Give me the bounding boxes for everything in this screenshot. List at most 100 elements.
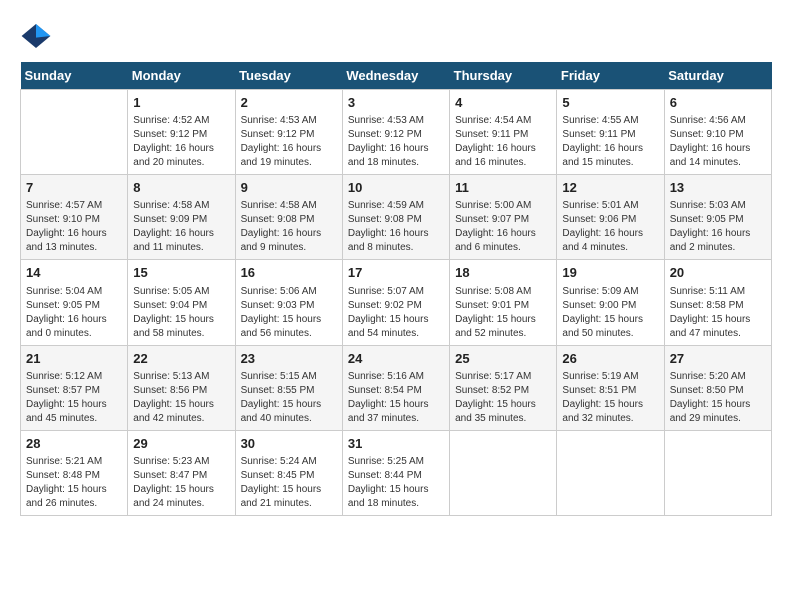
calendar-cell: 27 Sunrise: 5:20 AM Sunset: 8:50 PM Dayli… (664, 345, 771, 430)
day-info: Sunrise: 5:07 AM Sunset: 9:02 PM Dayligh… (348, 285, 444, 341)
calendar-cell: 26 Sunrise: 5:19 AM Sunset: 8:51 PM Dayli… (557, 345, 664, 430)
day-info: Sunrise: 5:03 AM Sunset: 9:05 PM Dayligh… (670, 199, 766, 255)
day-number: 7 (26, 179, 122, 197)
day-info: Sunrise: 4:55 AM Sunset: 9:11 PM Dayligh… (562, 114, 658, 170)
day-info: Sunrise: 4:58 AM Sunset: 9:08 PM Dayligh… (241, 199, 337, 255)
day-number: 20 (670, 264, 766, 282)
weekday-header-saturday: Saturday (664, 62, 771, 90)
calendar-cell: 23Sunrise: 5:15 AM Sunset: 8:55 PM Dayli… (235, 345, 342, 430)
day-number: 13 (670, 179, 766, 197)
calendar-cell: 24 Sunrise: 5:16 AM Sunset: 8:54 PM Dayli… (342, 345, 449, 430)
calendar-cell: 3Sunrise: 4:53 AM Sunset: 9:12 PM Daylig… (342, 90, 449, 175)
day-info: Sunrise: 5:04 AM Sunset: 9:05 PM Dayligh… (26, 285, 122, 341)
day-number: 27 (670, 350, 766, 368)
day-number: 11 (455, 179, 551, 197)
day-number: 2 (241, 94, 337, 112)
day-info: Sunrise: 5:19 AM Sunset: 8:51 PM Dayligh… (562, 370, 658, 426)
day-number: 21 (26, 350, 122, 368)
day-number: 25 (455, 350, 551, 368)
day-info: Sunrise: 5:00 AM Sunset: 9:07 PM Dayligh… (455, 199, 551, 255)
day-info: Sunrise: 4:56 AM Sunset: 9:10 PM Dayligh… (670, 114, 766, 170)
calendar-cell: 10 Sunrise: 4:59 AM Sunset: 9:08 PM Dayli… (342, 175, 449, 260)
day-info: Sunrise: 5:12 AM Sunset: 8:57 PM Dayligh… (26, 370, 122, 426)
day-info: Sunrise: 5:23 AM Sunset: 8:47 PM Dayligh… (133, 455, 229, 511)
day-info: Sunrise: 5:17 AM Sunset: 8:52 PM Dayligh… (455, 370, 551, 426)
calendar-week-row: 28 Sunrise: 5:21 AM Sunset: 8:48 PM Dayli… (21, 430, 772, 515)
day-info: Sunrise: 4:53 AM Sunset: 9:12 PM Dayligh… (241, 114, 337, 170)
calendar-cell: 22 Sunrise: 5:13 AM Sunset: 8:56 PM Dayli… (128, 345, 235, 430)
day-info: Sunrise: 5:21 AM Sunset: 8:48 PM Dayligh… (26, 455, 122, 511)
day-number: 23 (241, 350, 337, 368)
weekday-header-tuesday: Tuesday (235, 62, 342, 90)
calendar-table: SundayMondayTuesdayWednesdayThursdayFrid… (20, 62, 772, 516)
calendar-cell: 16Sunrise: 5:06 AM Sunset: 9:03 PM Dayli… (235, 260, 342, 345)
calendar-cell: 30Sunrise: 5:24 AM Sunset: 8:45 PM Dayli… (235, 430, 342, 515)
day-number: 1 (133, 94, 229, 112)
day-number: 4 (455, 94, 551, 112)
day-info: Sunrise: 5:13 AM Sunset: 8:56 PM Dayligh… (133, 370, 229, 426)
day-info: Sunrise: 4:54 AM Sunset: 9:11 PM Dayligh… (455, 114, 551, 170)
calendar-cell: 14Sunrise: 5:04 AM Sunset: 9:05 PM Dayli… (21, 260, 128, 345)
calendar-cell: 18 Sunrise: 5:08 AM Sunset: 9:01 PM Dayli… (450, 260, 557, 345)
day-number: 5 (562, 94, 658, 112)
day-info: Sunrise: 5:05 AM Sunset: 9:04 PM Dayligh… (133, 285, 229, 341)
day-number: 26 (562, 350, 658, 368)
calendar-cell: 6 Sunrise: 4:56 AM Sunset: 9:10 PM Daylig… (664, 90, 771, 175)
day-info: Sunrise: 4:53 AM Sunset: 9:12 PM Dayligh… (348, 114, 444, 170)
calendar-cell: 12Sunrise: 5:01 AM Sunset: 9:06 PM Dayli… (557, 175, 664, 260)
day-number: 22 (133, 350, 229, 368)
day-number: 31 (348, 435, 444, 453)
day-info: Sunrise: 5:16 AM Sunset: 8:54 PM Dayligh… (348, 370, 444, 426)
page-header (20, 20, 772, 52)
calendar-cell (450, 430, 557, 515)
day-number: 10 (348, 179, 444, 197)
day-info: Sunrise: 4:59 AM Sunset: 9:08 PM Dayligh… (348, 199, 444, 255)
calendar-cell (664, 430, 771, 515)
day-number: 12 (562, 179, 658, 197)
calendar-cell: 4 Sunrise: 4:54 AM Sunset: 9:11 PM Daylig… (450, 90, 557, 175)
calendar-week-row: 1 Sunrise: 4:52 AM Sunset: 9:12 PM Daylig… (21, 90, 772, 175)
weekday-header-wednesday: Wednesday (342, 62, 449, 90)
weekday-header-thursday: Thursday (450, 62, 557, 90)
day-number: 9 (241, 179, 337, 197)
day-number: 17 (348, 264, 444, 282)
weekday-header-sunday: Sunday (21, 62, 128, 90)
day-info: Sunrise: 5:25 AM Sunset: 8:44 PM Dayligh… (348, 455, 444, 511)
calendar-cell: 20 Sunrise: 5:11 AM Sunset: 8:58 PM Dayli… (664, 260, 771, 345)
calendar-week-row: 14Sunrise: 5:04 AM Sunset: 9:05 PM Dayli… (21, 260, 772, 345)
calendar-cell: 28 Sunrise: 5:21 AM Sunset: 8:48 PM Dayli… (21, 430, 128, 515)
day-info: Sunrise: 5:08 AM Sunset: 9:01 PM Dayligh… (455, 285, 551, 341)
calendar-cell: 7 Sunrise: 4:57 AM Sunset: 9:10 PM Daylig… (21, 175, 128, 260)
day-number: 28 (26, 435, 122, 453)
calendar-week-row: 21 Sunrise: 5:12 AM Sunset: 8:57 PM Dayli… (21, 345, 772, 430)
calendar-cell: 1 Sunrise: 4:52 AM Sunset: 9:12 PM Daylig… (128, 90, 235, 175)
day-info: Sunrise: 5:11 AM Sunset: 8:58 PM Dayligh… (670, 285, 766, 341)
logo (20, 20, 58, 52)
day-number: 18 (455, 264, 551, 282)
day-number: 19 (562, 264, 658, 282)
calendar-cell: 13 Sunrise: 5:03 AM Sunset: 9:05 PM Dayli… (664, 175, 771, 260)
calendar-cell: 17 Sunrise: 5:07 AM Sunset: 9:02 PM Dayli… (342, 260, 449, 345)
day-info: Sunrise: 4:52 AM Sunset: 9:12 PM Dayligh… (133, 114, 229, 170)
calendar-cell: 21 Sunrise: 5:12 AM Sunset: 8:57 PM Dayli… (21, 345, 128, 430)
day-info: Sunrise: 5:20 AM Sunset: 8:50 PM Dayligh… (670, 370, 766, 426)
weekday-header-friday: Friday (557, 62, 664, 90)
calendar-cell (557, 430, 664, 515)
day-number: 8 (133, 179, 229, 197)
day-number: 29 (133, 435, 229, 453)
calendar-cell: 15Sunrise: 5:05 AM Sunset: 9:04 PM Dayli… (128, 260, 235, 345)
day-info: Sunrise: 4:57 AM Sunset: 9:10 PM Dayligh… (26, 199, 122, 255)
calendar-cell: 8Sunrise: 4:58 AM Sunset: 9:09 PM Daylig… (128, 175, 235, 260)
calendar-cell: 19 Sunrise: 5:09 AM Sunset: 9:00 PM Dayli… (557, 260, 664, 345)
calendar-cell: 11 Sunrise: 5:00 AM Sunset: 9:07 PM Dayli… (450, 175, 557, 260)
calendar-cell: 29 Sunrise: 5:23 AM Sunset: 8:47 PM Dayli… (128, 430, 235, 515)
day-number: 24 (348, 350, 444, 368)
weekday-header-monday: Monday (128, 62, 235, 90)
calendar-cell: 5 Sunrise: 4:55 AM Sunset: 9:11 PM Daylig… (557, 90, 664, 175)
calendar-cell: 2 Sunrise: 4:53 AM Sunset: 9:12 PM Daylig… (235, 90, 342, 175)
calendar-cell (21, 90, 128, 175)
calendar-cell: 9 Sunrise: 4:58 AM Sunset: 9:08 PM Daylig… (235, 175, 342, 260)
calendar-cell: 31 Sunrise: 5:25 AM Sunset: 8:44 PM Dayli… (342, 430, 449, 515)
day-info: Sunrise: 5:09 AM Sunset: 9:00 PM Dayligh… (562, 285, 658, 341)
day-number: 6 (670, 94, 766, 112)
